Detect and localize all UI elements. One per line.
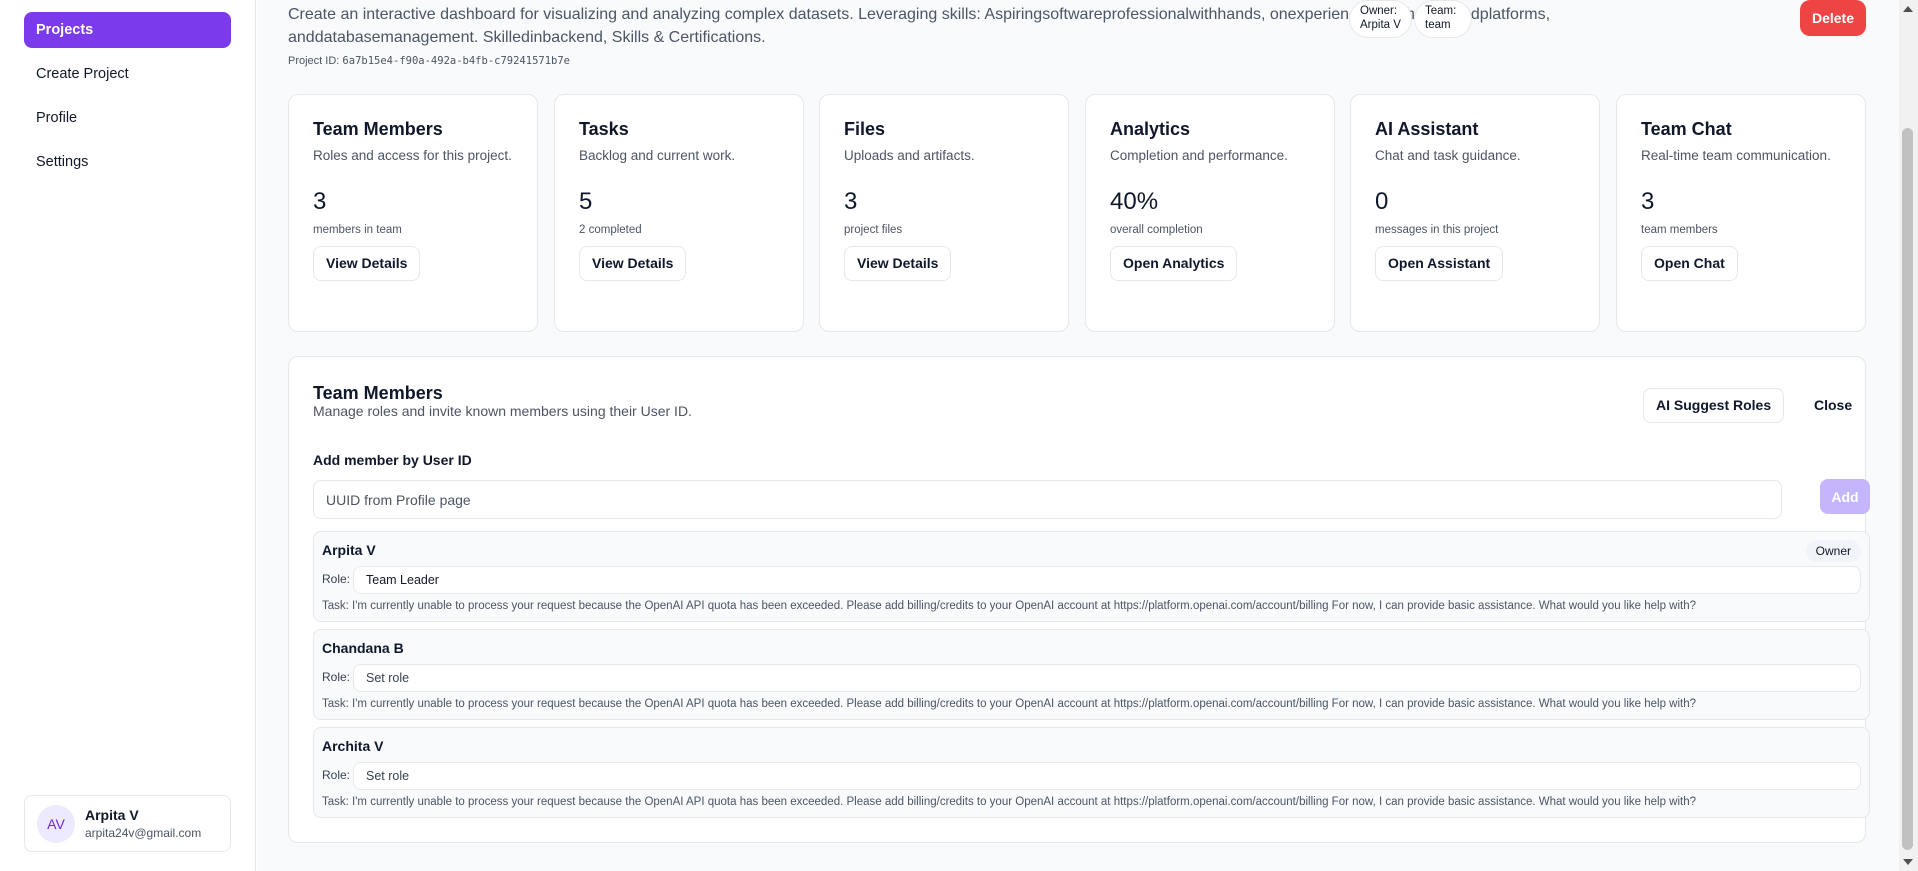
card-caption: messages in this project (1375, 224, 1499, 236)
role-label: Role: (322, 768, 351, 782)
card-caption: members in team (313, 224, 402, 236)
owner-badge: Owner (1805, 540, 1861, 562)
user-id-input[interactable] (313, 480, 1782, 519)
card-tasks: Tasks Backlog and current work. 5 2 comp… (554, 94, 804, 332)
card-ai-assistant: AI Assistant Chat and task guidance. 0 m… (1350, 94, 1600, 332)
close-panel-button[interactable]: Close (1814, 388, 1852, 423)
project-id: Project ID: 6a7b15e4-f90a-492a-b4fb-c792… (288, 55, 570, 67)
scrollbar[interactable] (1899, 0, 1918, 871)
scroll-up-icon[interactable] (1903, 6, 1913, 12)
card-value: 3 (313, 188, 327, 215)
card-subtitle: Uploads and artifacts. (844, 148, 975, 163)
sidebar: Projects Create Project Profile Settings… (0, 0, 256, 871)
sidebar-item-projects[interactable]: Projects (24, 12, 231, 48)
card-subtitle: Backlog and current work. (579, 148, 736, 163)
card-title: Team Members (313, 119, 443, 139)
card-value: 40% (1110, 188, 1159, 215)
member-name: Arpita V (322, 542, 376, 558)
card-subtitle: Chat and task guidance. (1375, 148, 1521, 163)
member-task: Task: I'm currently unable to process yo… (322, 698, 1697, 710)
card-files: Files Uploads and artifacts. 3 project f… (819, 94, 1069, 332)
user-meta: Arpita V arpita24v@gmail.com (85, 807, 201, 840)
card-team-members: Team Members Roles and access for this p… (288, 94, 538, 332)
card-title: AI Assistant (1375, 119, 1479, 139)
sidebar-item-profile[interactable]: Profile (24, 100, 231, 136)
role-input[interactable] (353, 762, 1861, 790)
avatar: AV (37, 804, 75, 843)
owner-chip-label: Owner: (1360, 5, 1398, 17)
member-row: Archita V Role: Task: I'm currently unab… (313, 727, 1870, 818)
team-chip-value: team (1425, 19, 1451, 31)
role-input[interactable] (353, 566, 1861, 594)
team-view-details-button[interactable]: View Details (313, 246, 421, 281)
card-value: 0 (1375, 188, 1389, 215)
member-row: Chandana B Role: Task: I'm currently una… (313, 629, 1870, 720)
card-title: Tasks (579, 119, 629, 139)
member-name: Chandana B (322, 640, 404, 656)
user-email: arpita24v@gmail.com (85, 826, 202, 840)
panel-title: Team Members (313, 383, 443, 403)
card-title: Analytics (1110, 119, 1191, 139)
owner-chip-value: Arpita V (1360, 19, 1401, 31)
add-member-button[interactable]: Add (1820, 479, 1870, 514)
card-title: Team Chat (1641, 119, 1732, 139)
sidebar-item-settings[interactable]: Settings (24, 144, 231, 180)
member-row: Arpita V Owner Role: Task: I'm currently… (313, 531, 1870, 622)
card-subtitle: Completion and performance. (1110, 148, 1288, 163)
ai-suggest-roles-button[interactable]: AI Suggest Roles (1643, 388, 1785, 423)
project-id-label: Project ID: (288, 55, 340, 67)
card-caption: project files (844, 224, 903, 236)
owner-chip: Owner: Arpita V (1349, 0, 1412, 38)
main-content: Create an interactive dashboard for visu… (257, 0, 1899, 871)
delete-project-button[interactable]: Delete (1800, 0, 1866, 36)
files-view-details-button[interactable]: View Details (844, 246, 952, 281)
card-analytics: Analytics Completion and performance. 40… (1085, 94, 1335, 332)
role-label: Role: (322, 572, 351, 586)
team-members-panel: Team Members Manage roles and invite kno… (288, 356, 1870, 843)
tasks-view-details-button[interactable]: View Details (579, 246, 687, 281)
team-chip: Team: team (1414, 0, 1472, 38)
card-caption: team members (1641, 224, 1718, 236)
scroll-down-icon[interactable] (1903, 859, 1913, 865)
open-analytics-button[interactable]: Open Analytics (1110, 246, 1238, 281)
open-assistant-button[interactable]: Open Assistant (1375, 246, 1504, 281)
add-member-label: Add member by User ID (313, 452, 472, 468)
card-subtitle: Roles and access for this project. (313, 148, 512, 163)
scrollbar-thumb[interactable] (1902, 128, 1913, 850)
team-chip-label: Team: (1425, 5, 1457, 17)
open-chat-button[interactable]: Open Chat (1641, 246, 1738, 281)
member-task: Task: I'm currently unable to process yo… (322, 600, 1697, 612)
user-name: Arpita V (85, 807, 139, 823)
card-value: 5 (579, 188, 593, 215)
user-card[interactable]: AV Arpita V arpita24v@gmail.com (24, 795, 231, 852)
card-value: 3 (1641, 188, 1655, 215)
project-id-value: 6a7b15e4-f90a-492a-b4fb-c79241571b7e (342, 55, 570, 67)
sidebar-item-create-project[interactable]: Create Project (24, 56, 231, 92)
card-title: Files (844, 119, 886, 139)
role-label: Role: (322, 670, 351, 684)
member-name: Archita V (322, 738, 384, 754)
card-value: 3 (844, 188, 858, 215)
card-subtitle: Real-time team communication. (1641, 148, 1831, 163)
role-input[interactable] (353, 664, 1861, 692)
panel-subtitle: Manage roles and invite known members us… (313, 403, 692, 419)
card-caption: overall completion (1110, 224, 1203, 236)
sidebar-nav: Projects Create Project Profile Settings (24, 12, 231, 188)
card-team-chat: Team Chat Real-time team communication. … (1616, 94, 1866, 332)
member-task: Task: I'm currently unable to process yo… (322, 796, 1697, 808)
card-caption: 2 completed (579, 224, 642, 236)
